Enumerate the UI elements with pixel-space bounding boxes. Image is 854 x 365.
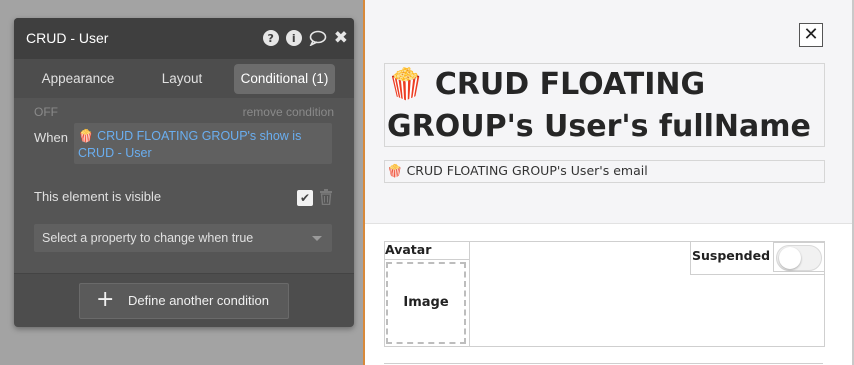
section-divider <box>384 363 823 364</box>
close-icon[interactable]: ✕ <box>799 23 823 47</box>
tab-conditional[interactable]: Conditional (1) <box>234 64 335 94</box>
when-label: When <box>34 130 68 145</box>
define-button-label: Define another condition <box>128 293 269 308</box>
tab-appearance[interactable]: Appearance <box>30 64 126 94</box>
property-label: This element is visible <box>34 189 162 204</box>
remove-condition-link[interactable]: remove condition <box>243 105 334 119</box>
fullname-text: 🍿 CRUD FLOATING GROUP's User's fullName <box>387 64 821 148</box>
popcorn-icon: 🍿 <box>387 163 403 178</box>
fullname-text-element[interactable]: 🍿 CRUD FLOATING GROUP's User's fullName <box>384 63 825 147</box>
help-icon[interactable]: ? <box>262 30 279 46</box>
avatar-column: Avatar Image <box>385 242 470 346</box>
popcorn-icon: 🍿 <box>387 67 425 102</box>
user-detail-section: Avatar Image Suspended <box>365 224 852 365</box>
toggle-knob <box>779 247 801 269</box>
info-icon[interactable]: i <box>285 30 302 46</box>
email-text-element[interactable]: 🍿 CRUD FLOATING GROUP's User's email <box>384 160 825 183</box>
suspended-row: Suspended <box>690 242 825 275</box>
plus-icon: + <box>96 287 115 312</box>
email-text: 🍿 CRUD FLOATING GROUP's User's email <box>387 163 648 179</box>
suspended-label[interactable]: Suspended <box>692 248 770 263</box>
condition-editor: OFF remove condition When 🍿 CRUD FLOATIN… <box>14 98 354 273</box>
toggle-track <box>776 245 822 271</box>
avatar-label[interactable]: Avatar <box>385 242 469 260</box>
email-expression: CRUD FLOATING GROUP's User's email <box>406 163 648 178</box>
condition-expression-text: CRUD FLOATING GROUP's show is CRUD - Use… <box>78 129 302 160</box>
crud-floating-group[interactable]: ✕ 🍿 CRUD FLOATING GROUP's User's fullNam… <box>365 0 852 224</box>
panel-title: CRUD - User <box>26 30 109 46</box>
property-editor-panel: CRUD - User ? i ✖ Appearance Layout Cond… <box>14 18 354 327</box>
trash-icon[interactable] <box>319 189 333 206</box>
property-select-placeholder: Select a property to change when true <box>42 231 254 245</box>
condition-expression-field[interactable]: 🍿 CRUD FLOATING GROUP's show is CRUD - U… <box>74 123 332 164</box>
tab-layout[interactable]: Layout <box>146 64 218 94</box>
define-another-condition-button[interactable]: + Define another condition <box>79 283 289 319</box>
panel-header[interactable]: CRUD - User ? i ✖ <box>14 18 354 59</box>
condition-status: OFF <box>34 105 58 119</box>
close-icon[interactable]: ✖ <box>334 30 348 47</box>
panel-tabs: Appearance Layout Conditional (1) <box>14 59 354 98</box>
chevron-down-icon <box>312 236 322 241</box>
panel-divider <box>14 273 354 274</box>
suspended-toggle[interactable] <box>773 242 825 272</box>
comment-icon[interactable] <box>308 30 327 47</box>
user-detail-group[interactable]: Avatar Image Suspended <box>384 241 825 347</box>
popcorn-icon: 🍿 <box>78 129 94 143</box>
property-select[interactable]: Select a property to change when true <box>34 224 332 252</box>
image-placeholder[interactable]: Image <box>386 262 466 344</box>
property-checkbox[interactable]: ✔ <box>297 190 313 206</box>
fullname-expression: CRUD FLOATING GROUP's User's fullName <box>387 67 811 144</box>
condition-expression: 🍿 CRUD FLOATING GROUP's show is CRUD - U… <box>78 128 328 162</box>
header-icons: ? i ✖ <box>262 29 348 47</box>
